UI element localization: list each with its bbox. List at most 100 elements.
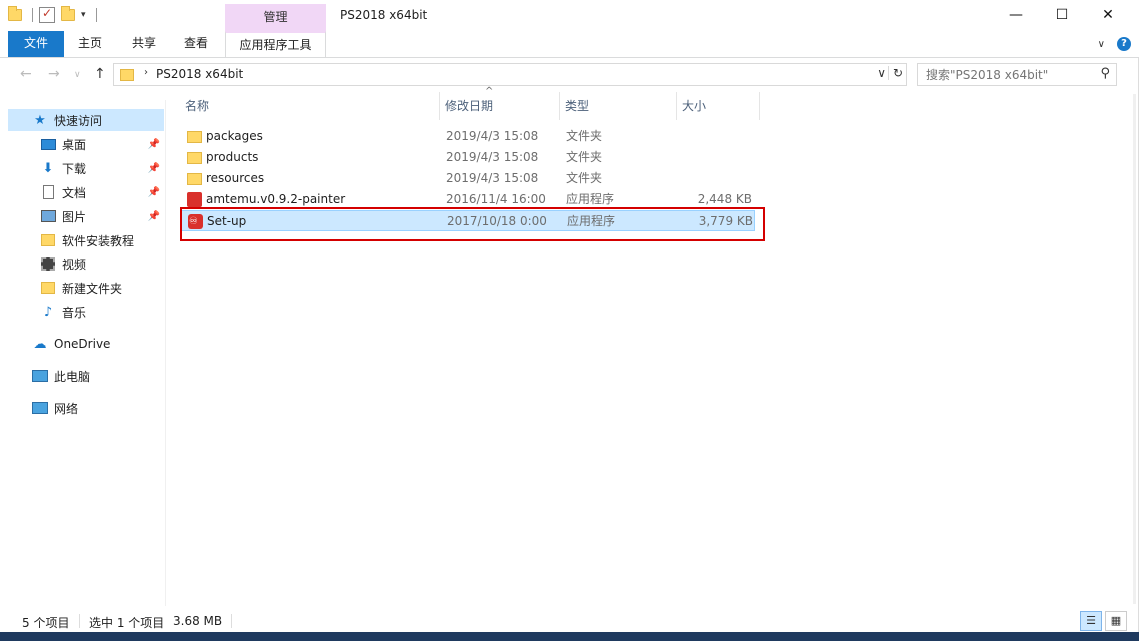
navigation-pane: ★ 快速访问 桌面 📌 ⬇ 下载 📌 文档 📌 图片 📌 软件安装教程 视频 新… <box>0 100 166 606</box>
status-bar: 5 个项目 选中 1 个项目 3.68 MB ☰ ▦ <box>0 610 1139 632</box>
file-type: 应用程序 <box>566 192 615 206</box>
nav-label: OneDrive <box>54 337 111 351</box>
column-header-name[interactable]: 名称 <box>180 92 440 120</box>
nav-item-downloads[interactable]: ⬇ 下载 📌 <box>8 157 164 179</box>
cloud-icon: ☁ <box>33 336 47 352</box>
pin-icon[interactable]: 📌 <box>148 163 160 174</box>
nav-item-new-folder[interactable]: 新建文件夹 <box>8 277 164 299</box>
pin-icon[interactable]: 📌 <box>148 187 160 198</box>
nav-label: 此电脑 <box>54 369 91 384</box>
selected-count: 选中 1 个项目 <box>89 616 165 630</box>
file-name: resources <box>206 171 265 185</box>
nav-item-software-tutorial[interactable]: 软件安装教程 <box>8 229 164 251</box>
quick-access-toolbar: ▾ <box>8 5 97 25</box>
search-input[interactable] <box>918 64 1093 85</box>
minimize-button[interactable]: — <box>993 0 1039 31</box>
tab-view[interactable]: 查看 <box>176 31 216 57</box>
folder-icon <box>8 6 22 21</box>
tab-application-tools[interactable]: 应用程序工具 <box>225 31 326 57</box>
pin-icon[interactable]: 📌 <box>148 139 160 150</box>
help-icon[interactable]: ? <box>1117 37 1131 51</box>
window-title: PS2018 x64bit <box>340 8 428 22</box>
recent-locations-chevron-icon[interactable]: ∨ <box>74 70 81 80</box>
network-icon <box>32 400 48 416</box>
file-size: 3,779 KB <box>698 214 753 228</box>
back-arrow-icon[interactable]: ← <box>20 66 32 82</box>
file-size: 2,448 KB <box>697 192 752 206</box>
new-folder-icon[interactable] <box>61 6 75 21</box>
file-date: 2017/10/18 0:00 <box>447 214 547 228</box>
close-button[interactable]: ✕ <box>1085 0 1131 31</box>
column-header-type[interactable]: 类型 <box>560 92 677 120</box>
column-header-date[interactable]: 修改日期 <box>440 92 560 120</box>
file-date: 2016/11/4 16:00 <box>446 192 546 206</box>
file-row[interactable]: resources 2019/4/3 15:08 文件夹 <box>180 168 755 189</box>
customize-toolbar-chevron-icon[interactable]: ▾ <box>81 10 86 20</box>
file-name: Set-up <box>207 214 247 228</box>
address-dropdown-chevron-icon[interactable]: ∨ <box>877 66 886 80</box>
nav-item-desktop[interactable]: 桌面 📌 <box>8 133 164 155</box>
toolbar-divider <box>32 8 33 22</box>
folder-icon <box>187 173 202 185</box>
pin-icon[interactable]: 📌 <box>148 211 160 222</box>
nav-label: 图片 <box>62 209 87 224</box>
forward-arrow-icon[interactable]: → <box>48 66 60 82</box>
nav-label: 新建文件夹 <box>62 281 123 296</box>
up-arrow-icon[interactable]: ↑ <box>94 66 106 82</box>
status-divider <box>79 614 80 628</box>
ribbon-controls: ∨ ? <box>1098 37 1131 51</box>
nav-onedrive[interactable]: ☁ OneDrive <box>8 333 164 355</box>
music-icon: ♪ <box>43 304 53 320</box>
nav-this-pc[interactable]: 此电脑 <box>8 365 164 387</box>
ribbon-tabs: 文件 主页 共享 查看 应用程序工具 ∨ ? <box>0 31 1139 58</box>
item-count: 5 个项目 <box>22 616 70 630</box>
tab-file[interactable]: 文件 <box>8 31 64 57</box>
maximize-button[interactable]: ☐ <box>1039 0 1085 31</box>
large-icons-view-icon[interactable]: ▦ <box>1105 611 1127 631</box>
taskbar-edge <box>0 632 1139 641</box>
search-box[interactable]: ⚲ <box>917 63 1117 86</box>
nav-item-music[interactable]: ♪ 音乐 <box>8 301 164 323</box>
breadcrumb-current[interactable]: PS2018 x64bit <box>156 67 243 81</box>
star-icon: ★ <box>34 112 46 128</box>
address-bar[interactable]: › PS2018 x64bit ∨ ↻ <box>113 63 907 86</box>
file-row-selected[interactable]: Set-up 2017/10/18 0:00 应用程序 3,779 KB <box>180 210 755 232</box>
file-row[interactable]: products 2019/4/3 15:08 文件夹 <box>180 147 755 168</box>
tab-home[interactable]: 主页 <box>70 31 110 57</box>
file-type: 文件夹 <box>566 171 603 185</box>
file-row[interactable]: amtemu.v0.9.2-painter 2016/11/4 16:00 应用… <box>180 189 755 210</box>
folder-icon <box>187 152 202 164</box>
folder-icon <box>40 280 56 296</box>
file-date: 2019/4/3 15:08 <box>446 150 539 164</box>
details-view-icon[interactable]: ☰ <box>1080 611 1102 631</box>
status-divider <box>231 614 232 628</box>
nav-item-documents[interactable]: 文档 📌 <box>8 181 164 203</box>
refresh-icon[interactable]: ↻ <box>887 66 903 80</box>
file-name: packages <box>206 129 263 143</box>
file-date: 2019/4/3 15:08 <box>446 171 539 185</box>
computer-icon <box>32 368 48 384</box>
toolbar-divider <box>95 8 97 22</box>
nav-label: 视频 <box>62 257 87 272</box>
properties-icon[interactable] <box>39 6 55 23</box>
tab-share[interactable]: 共享 <box>124 31 164 57</box>
nav-item-pictures[interactable]: 图片 📌 <box>8 205 164 227</box>
nav-network[interactable]: 网络 <box>8 397 164 419</box>
context-tab-group-manage: 管理 <box>225 4 326 31</box>
nav-label: 桌面 <box>62 137 87 152</box>
search-icon[interactable]: ⚲ <box>1100 66 1110 81</box>
column-header-size[interactable]: 大小 <box>677 92 760 120</box>
nav-quick-access[interactable]: ★ 快速访问 <box>8 109 164 131</box>
nav-item-videos[interactable]: 视频 <box>8 253 164 275</box>
file-name: amtemu.v0.9.2-painter <box>206 192 346 206</box>
breadcrumb-separator-icon[interactable]: › <box>144 67 148 78</box>
pictures-icon <box>40 208 56 224</box>
vertical-scrollbar[interactable] <box>1133 94 1136 604</box>
nav-label: 快速访问 <box>54 113 103 128</box>
file-type: 应用程序 <box>567 214 616 228</box>
file-name: products <box>206 150 259 164</box>
expand-ribbon-chevron-icon[interactable]: ∨ <box>1098 39 1105 50</box>
adobe-setup-icon <box>188 211 203 232</box>
file-type: 文件夹 <box>566 129 603 143</box>
file-row[interactable]: packages 2019/4/3 15:08 文件夹 <box>180 126 755 147</box>
